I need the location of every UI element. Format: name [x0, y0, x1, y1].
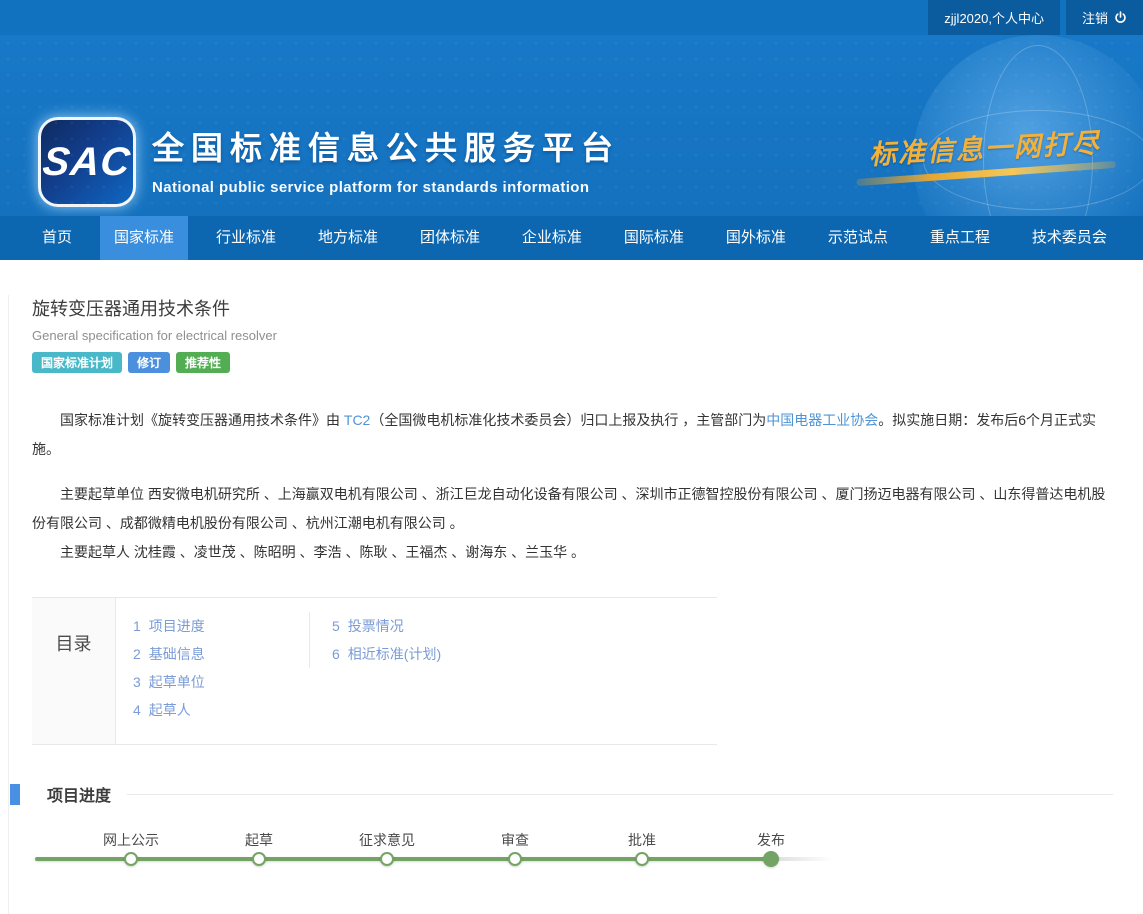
timeline-dot-filled [763, 851, 779, 867]
topbar: zjjl2020,个人中心 注销 [0, 0, 1143, 35]
section-title-progress: 项目进度 [47, 782, 111, 806]
badge-national-plan: 国家标准计划 [32, 352, 122, 373]
timeline-dot-hollow [508, 852, 522, 866]
nav-item-foreign-standards[interactable]: 国外标准 [712, 216, 800, 260]
progress-timeline: 网上公示 起草 征求意见 审查 批准 发布 [0, 820, 1143, 890]
toc-links: 1项目进度 2基础信息 3起草单位 4起草人 5投票情况 6相近标准(计划) [116, 598, 717, 744]
sac-logo-text: SAC [41, 140, 133, 185]
site-titles: 全国标准信息公共服务平台 National public service pla… [152, 123, 620, 196]
power-icon [1114, 11, 1127, 24]
nav-item-group-standards[interactable]: 团体标准 [406, 216, 494, 260]
site-title: 全国标准信息公共服务平台 [152, 123, 620, 169]
nav-item-local-standards[interactable]: 地方标准 [304, 216, 392, 260]
nav-item-enterprise-standards[interactable]: 企业标准 [508, 216, 596, 260]
badge-row: 国家标准计划 修订 推荐性 [32, 352, 1143, 373]
toc-link-similar-standards[interactable]: 6相近标准(计划) [332, 640, 441, 668]
drafters-paragraph: 主要起草人 沈桂霞 、凌世茂 、陈昭明 、李浩 、陈耿 、王福杰 、谢海东 、兰… [32, 538, 1119, 567]
intro-part1: 国家标准计划《旋转变压器通用技术条件》由 [60, 412, 344, 428]
timeline-dot-hollow [380, 852, 394, 866]
nav-item-international-standards[interactable]: 国际标准 [610, 216, 698, 260]
badge-recommended: 推荐性 [176, 352, 230, 373]
sac-logo[interactable]: SAC [38, 117, 136, 207]
timeline-line-gray [771, 857, 833, 861]
section-bar-icon [10, 784, 20, 805]
section-divider-line [127, 794, 1113, 795]
standard-title: 旋转变压器通用技术条件 [32, 295, 1143, 321]
site-subtitle: National public service platform for sta… [152, 179, 620, 196]
intro-part2: （全国微电机标准化技术委员会）归口上报及执行 ，主管部门为 [370, 412, 766, 428]
nav-list: 首页 国家标准 行业标准 地方标准 团体标准 企业标准 国际标准 国外标准 示范… [0, 216, 1143, 260]
main-content: 旋转变压器通用技术条件 General specification for el… [0, 295, 1143, 914]
timeline-dot-hollow [252, 852, 266, 866]
logout-button[interactable]: 注销 [1066, 0, 1143, 35]
nav-item-technical-committees[interactable]: 技术委员会 [1018, 216, 1121, 260]
nav-item-pilot-demo[interactable]: 示范试点 [814, 216, 902, 260]
logout-label: 注销 [1082, 8, 1108, 27]
timeline-dot-hollow [635, 852, 649, 866]
section-header-progress: 项目进度 [10, 783, 1113, 805]
toc-link-basic-info[interactable]: 2基础信息 [133, 640, 309, 668]
badge-revision: 修订 [128, 352, 170, 373]
main-nav: 首页 国家标准 行业标准 地方标准 团体标准 企业标准 国际标准 国外标准 示范… [0, 216, 1143, 260]
timeline-dot-hollow [124, 852, 138, 866]
nav-item-industry-standards[interactable]: 行业标准 [202, 216, 290, 260]
tc2-link[interactable]: TC2 [344, 412, 370, 428]
toc-column-2: 5投票情况 6相近标准(计划) [309, 612, 441, 668]
toc-link-drafters[interactable]: 4起草人 [133, 696, 309, 724]
nav-item-national-standards[interactable]: 国家标准 [100, 216, 188, 260]
table-of-contents: 目录 1项目进度 2基础信息 3起草单位 4起草人 5投票情况 6相近标准(计划… [32, 597, 717, 745]
standard-title-en: General specification for electrical res… [32, 328, 1143, 343]
toc-link-drafting-units[interactable]: 3起草单位 [133, 668, 309, 696]
association-link[interactable]: 中国电器工业协会 [766, 412, 878, 428]
nav-item-key-projects[interactable]: 重点工程 [916, 216, 1004, 260]
nav-item-home[interactable]: 首页 [28, 216, 86, 260]
toc-label: 目录 [32, 598, 116, 744]
drafting-units-paragraph: 主要起草单位 西安微电机研究所 、上海赢双电机有限公司 、浙江巨龙自动化设备有限… [32, 480, 1119, 538]
intro-paragraph: 国家标准计划《旋转变压器通用技术条件》由 TC2（全国微电机标准化技术委员会）归… [32, 406, 1119, 464]
toc-column-1: 1项目进度 2基础信息 3起草单位 4起草人 [133, 612, 309, 724]
timeline-line-green [35, 857, 771, 861]
site-header: 标准信息一网打尽 SAC 全国标准信息公共服务平台 National publi… [0, 35, 1143, 216]
toc-link-voting[interactable]: 5投票情况 [332, 612, 441, 640]
toc-link-progress[interactable]: 1项目进度 [133, 612, 309, 640]
user-center-button[interactable]: zjjl2020,个人中心 [928, 0, 1060, 35]
